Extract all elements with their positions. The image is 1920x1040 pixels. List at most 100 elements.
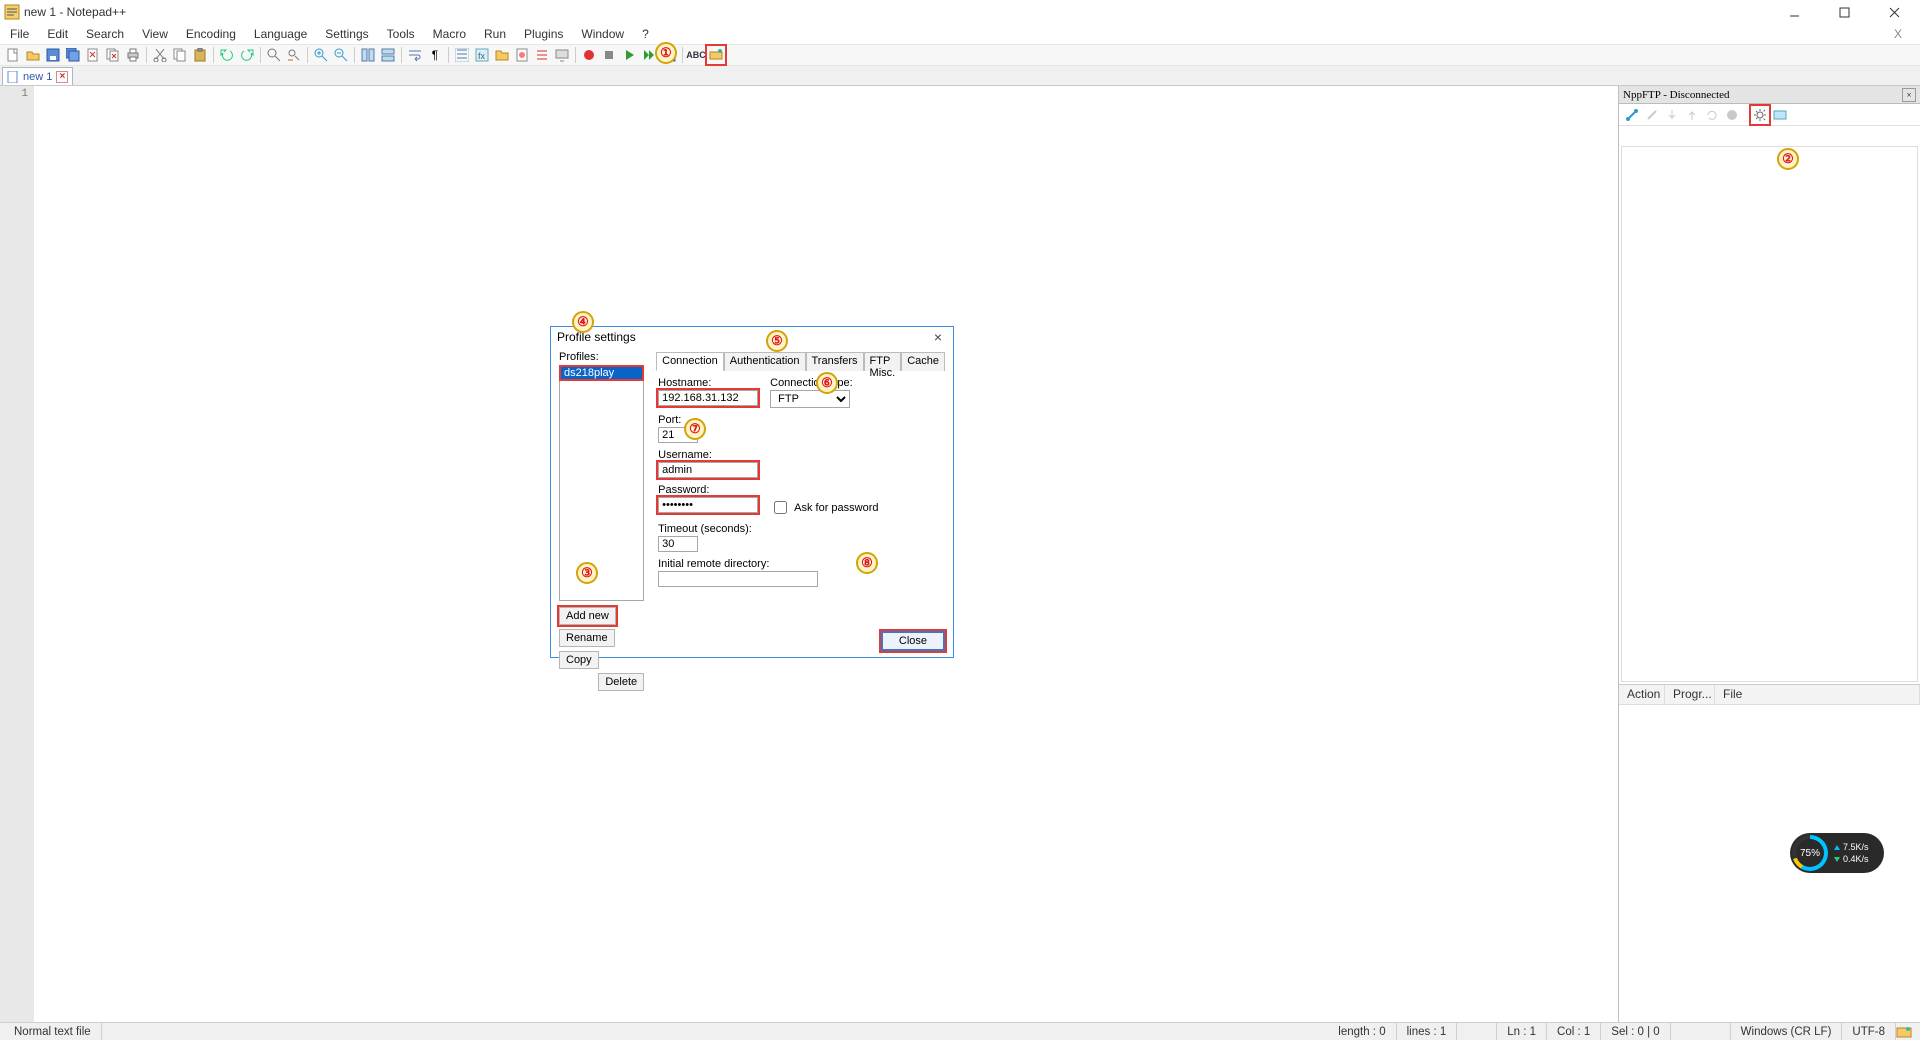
ask-password-checkbox[interactable]: Ask for password	[770, 498, 878, 517]
status-bar: Normal text file length : 0 lines : 1 Ln…	[0, 1022, 1920, 1040]
nppftp-close-icon[interactable]: ×	[1902, 88, 1916, 102]
tab-cache[interactable]: Cache	[901, 352, 945, 371]
close-button[interactable]	[1878, 1, 1910, 23]
maximize-button[interactable]	[1828, 1, 1860, 23]
log-col-progr[interactable]: Progr...	[1665, 685, 1715, 704]
disconnect-icon	[1643, 106, 1661, 124]
initdir-input[interactable]	[658, 571, 818, 587]
menu-view[interactable]: View	[140, 26, 170, 42]
messages-icon[interactable]	[1771, 106, 1789, 124]
menu-settings[interactable]: Settings	[323, 26, 370, 42]
new-file-icon[interactable]	[4, 46, 22, 64]
sync-v-icon[interactable]	[359, 46, 377, 64]
monitor-icon[interactable]	[553, 46, 571, 64]
nppftp-toolbar	[1619, 104, 1920, 126]
status-filetype: Normal text file	[4, 1023, 102, 1040]
save-all-icon[interactable]	[64, 46, 82, 64]
nppftp-toolbar-icon[interactable]	[707, 46, 725, 64]
menu-language[interactable]: Language	[252, 26, 309, 42]
find-icon[interactable]	[265, 46, 283, 64]
open-file-icon[interactable]	[24, 46, 42, 64]
username-label: Username:	[658, 449, 758, 461]
menu-tools[interactable]: Tools	[385, 26, 417, 42]
redo-icon[interactable]	[238, 46, 256, 64]
annotation-badge-2: ②	[1777, 148, 1799, 170]
doc-map-icon[interactable]	[513, 46, 531, 64]
spellcheck-icon[interactable]: ABC	[687, 46, 705, 64]
replace-icon[interactable]	[285, 46, 303, 64]
menu-search[interactable]: Search	[84, 26, 126, 42]
timeout-input[interactable]	[658, 536, 698, 552]
profiles-listbox[interactable]: ds218play	[559, 365, 644, 601]
main-area: 1 Profile settings × Profiles: ds218play…	[0, 86, 1920, 1022]
tab-authentication[interactable]: Authentication	[724, 352, 806, 371]
dialog-close-icon[interactable]: ×	[929, 329, 947, 345]
close-tab-icon[interactable]: ×	[56, 71, 68, 83]
speed-widget[interactable]: 75% 7.5K/s 0.4K/s	[1790, 833, 1884, 873]
status-enc: UTF-8	[1842, 1023, 1896, 1040]
menu-macro[interactable]: Macro	[431, 26, 468, 42]
all-chars-icon[interactable]: ¶	[426, 46, 444, 64]
tray-icon[interactable]	[1896, 1024, 1912, 1040]
tab-connection[interactable]: Connection	[656, 352, 724, 371]
copy-button[interactable]: Copy	[559, 651, 599, 669]
hostname-input[interactable]	[658, 390, 758, 406]
nppftp-tree[interactable]	[1621, 146, 1918, 682]
menu-run[interactable]: Run	[482, 26, 508, 42]
add-new-button[interactable]: Add new	[559, 607, 616, 625]
lang-icon[interactable]: fx	[473, 46, 491, 64]
log-col-action[interactable]: Action	[1619, 685, 1665, 704]
tab-ftp-misc[interactable]: FTP Misc.	[864, 352, 902, 371]
stop-macro-icon[interactable]	[600, 46, 618, 64]
close-file-icon[interactable]	[84, 46, 102, 64]
copy-icon[interactable]	[171, 46, 189, 64]
cut-icon[interactable]	[151, 46, 169, 64]
username-input[interactable]	[658, 462, 758, 478]
wordwrap-icon[interactable]	[406, 46, 424, 64]
play-macro-icon[interactable]	[620, 46, 638, 64]
password-input[interactable]	[658, 497, 758, 513]
tab-transfers[interactable]: Transfers	[806, 352, 864, 371]
menu-extra-x[interactable]: X	[1894, 27, 1912, 41]
minimize-button[interactable]	[1778, 1, 1810, 23]
menu-encoding[interactable]: Encoding	[184, 26, 238, 42]
print-icon[interactable]	[124, 46, 142, 64]
menu-window[interactable]: Window	[579, 26, 626, 42]
editor-pane: 1 Profile settings × Profiles: ds218play…	[0, 86, 1618, 1022]
nppftp-header[interactable]: NppFTP - Disconnected ×	[1619, 86, 1920, 104]
close-all-icon[interactable]	[104, 46, 122, 64]
zoom-out-icon[interactable]	[332, 46, 350, 64]
ask-password-label: Ask for password	[794, 502, 878, 514]
profile-item[interactable]: ds218play	[560, 366, 643, 380]
indent-guide-icon[interactable]	[453, 46, 471, 64]
menu-edit[interactable]: Edit	[45, 26, 70, 42]
undo-icon[interactable]	[218, 46, 236, 64]
close-button[interactable]: Close	[881, 631, 945, 651]
paste-icon[interactable]	[191, 46, 209, 64]
download-speed: 0.4K/s	[1834, 854, 1869, 864]
refresh-icon	[1703, 106, 1721, 124]
document-tab[interactable]: new 1 ×	[2, 67, 73, 85]
menu-help[interactable]: ?	[640, 26, 651, 42]
rename-button[interactable]: Rename	[559, 629, 615, 647]
timeout-label: Timeout (seconds):	[658, 523, 752, 535]
record-macro-icon[interactable]	[580, 46, 598, 64]
sync-h-icon[interactable]	[379, 46, 397, 64]
funclist-icon[interactable]	[533, 46, 551, 64]
connection-type-label: Connection type:	[770, 377, 853, 389]
log-body[interactable]: 75% 7.5K/s 0.4K/s	[1619, 705, 1920, 1022]
annotation-badge-4: ④	[572, 311, 594, 333]
folder-view-icon[interactable]	[493, 46, 511, 64]
save-icon[interactable]	[44, 46, 62, 64]
annotation-badge-3: ③	[576, 562, 598, 584]
connection-type-select[interactable]: FTP	[770, 390, 850, 408]
log-col-file[interactable]: File	[1715, 685, 1920, 704]
delete-button[interactable]: Delete	[598, 673, 644, 691]
dialog-title-bar[interactable]: Profile settings ×	[551, 327, 953, 347]
menu-file[interactable]: File	[8, 26, 31, 42]
settings-gear-icon[interactable]	[1751, 106, 1769, 124]
connect-icon[interactable]	[1623, 106, 1641, 124]
ask-password-box[interactable]	[774, 501, 787, 514]
menu-plugins[interactable]: Plugins	[522, 26, 565, 42]
zoom-in-icon[interactable]	[312, 46, 330, 64]
